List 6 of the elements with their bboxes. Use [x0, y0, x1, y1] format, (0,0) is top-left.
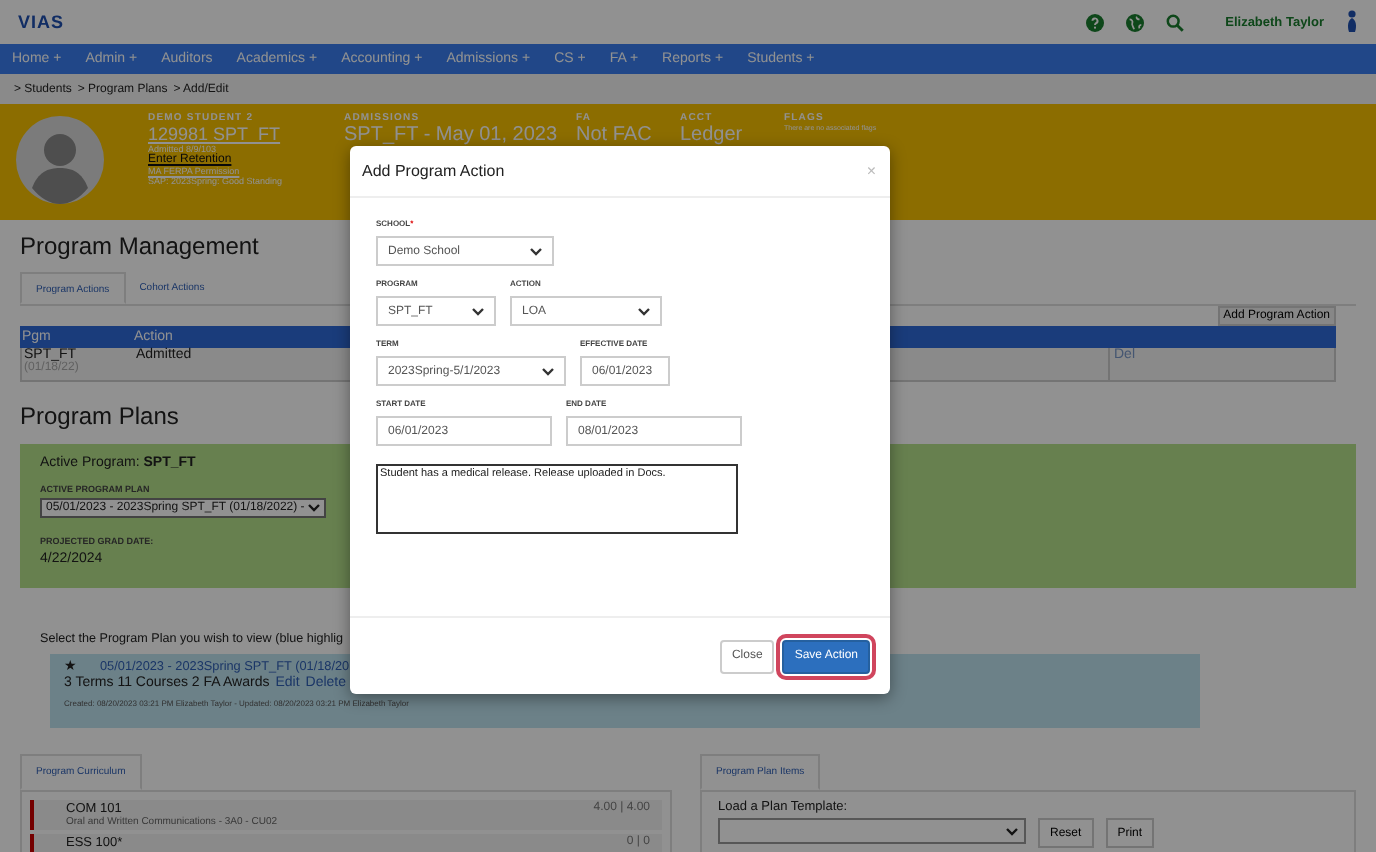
modal-title: Add Program Action [362, 162, 505, 180]
section-title: Program Management [20, 232, 259, 260]
field-value: Ledger [680, 124, 745, 146]
section-title: Program Plans [20, 402, 179, 430]
field-value: Not FAC [576, 124, 654, 146]
field-value: SPT_FT - May 01, 2023 [344, 124, 560, 146]
